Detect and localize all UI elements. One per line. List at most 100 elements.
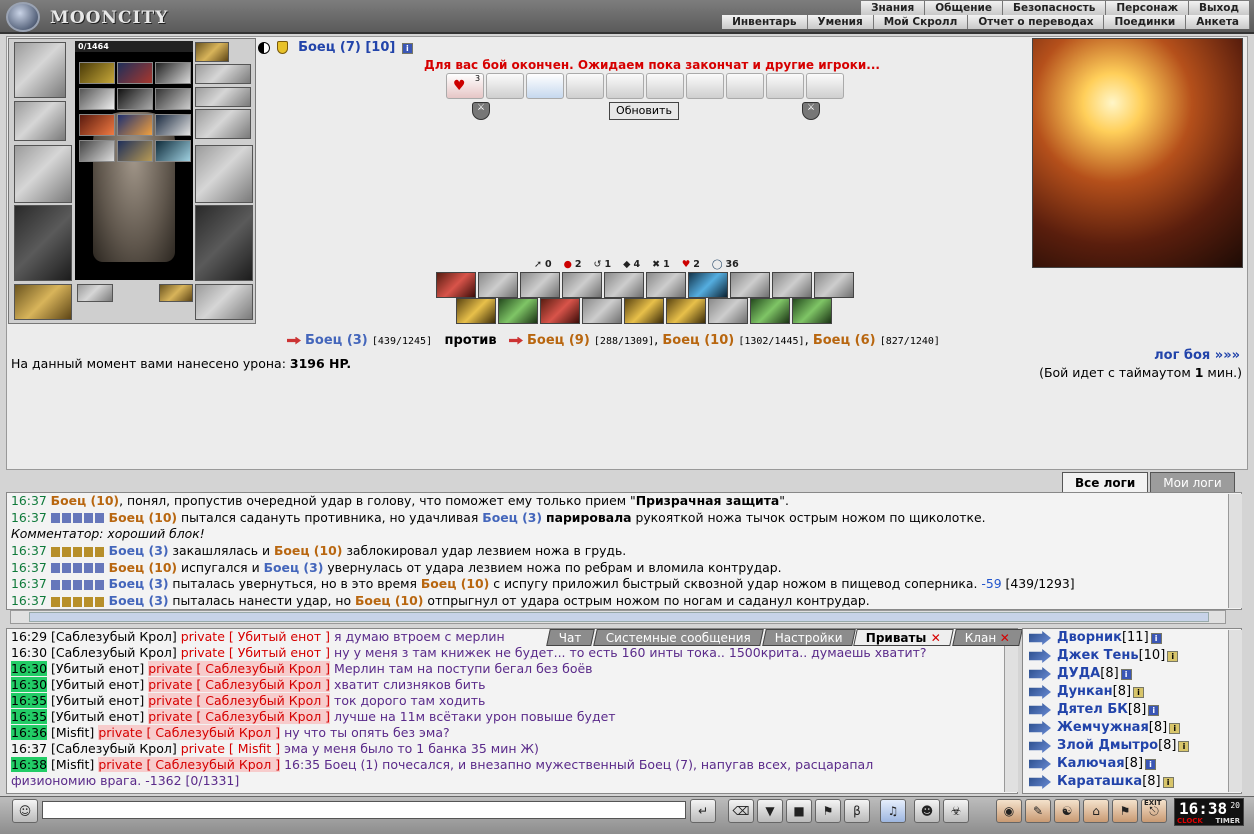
filter-icon[interactable]: ▼ bbox=[757, 799, 783, 823]
online-user[interactable]: ДУДА [8] i bbox=[1023, 665, 1241, 683]
skill-18[interactable] bbox=[750, 298, 790, 324]
bag-item-1[interactable] bbox=[79, 62, 115, 84]
online-user[interactable]: Злой Дмытро [8] i bbox=[1023, 737, 1241, 755]
menu-my-scroll[interactable]: Мой Скролл bbox=[873, 15, 969, 29]
info-icon[interactable]: i bbox=[1167, 650, 1179, 662]
scroll-slot-4[interactable] bbox=[566, 73, 604, 99]
menu-profile[interactable]: Анкета bbox=[1186, 15, 1250, 29]
scroll-slot-6[interactable] bbox=[646, 73, 684, 99]
skill-2[interactable] bbox=[478, 272, 518, 298]
save-icon[interactable]: ■ bbox=[786, 799, 812, 823]
online-user[interactable]: Джек Тень [10] i bbox=[1023, 647, 1241, 665]
skill-14[interactable] bbox=[582, 298, 622, 324]
belt-slot[interactable] bbox=[14, 284, 72, 320]
bag-item-7[interactable] bbox=[79, 114, 115, 136]
house-icon[interactable]: ⌂ bbox=[1083, 799, 1109, 823]
tab-my-logs[interactable]: Мои логи bbox=[1150, 472, 1235, 492]
bag-item-12[interactable] bbox=[155, 140, 191, 162]
tab-all-logs[interactable]: Все логи bbox=[1062, 472, 1149, 492]
scroll-slot-5[interactable] bbox=[606, 73, 644, 99]
skill-9[interactable] bbox=[772, 272, 812, 298]
log-horizontal-scrollbar[interactable] bbox=[10, 610, 1226, 624]
right-fighter-2[interactable]: Боец (10) bbox=[662, 333, 734, 348]
armor-slot[interactable] bbox=[14, 205, 72, 281]
bag-item-10[interactable] bbox=[79, 140, 115, 162]
tab-privates[interactable]: Приваты ✕ bbox=[853, 629, 954, 647]
bag-item-2[interactable] bbox=[117, 62, 153, 84]
scrollbar-thumb[interactable] bbox=[29, 612, 1209, 622]
clear-icon[interactable]: ⌫ bbox=[728, 799, 754, 823]
chat-input[interactable] bbox=[42, 801, 686, 819]
bag-item-6[interactable] bbox=[155, 88, 191, 110]
menu-duels[interactable]: Поединки bbox=[1104, 15, 1187, 29]
menu-character[interactable]: Персонаж bbox=[1106, 1, 1190, 15]
right-fighter-3[interactable]: Боец (6) bbox=[813, 333, 876, 348]
walk-icon[interactable]: ⚑ bbox=[815, 799, 841, 823]
scroll-slot-7[interactable] bbox=[686, 73, 724, 99]
weapon-right-slot[interactable] bbox=[195, 145, 253, 203]
amulet-slot[interactable] bbox=[77, 284, 113, 302]
info-icon[interactable]: i bbox=[1133, 686, 1145, 698]
gloves-right-slot[interactable] bbox=[195, 109, 251, 139]
quest-icon[interactable]: ✎ bbox=[1025, 799, 1051, 823]
menu-communication[interactable]: Общение bbox=[925, 1, 1003, 15]
scroll-heart[interactable]: ♥ 3 bbox=[446, 73, 484, 99]
bag-item-9[interactable] bbox=[155, 114, 191, 136]
translit-icon[interactable]: β bbox=[844, 799, 870, 823]
online-user[interactable]: Дворник [11] i bbox=[1023, 629, 1241, 647]
skill-16[interactable] bbox=[666, 298, 706, 324]
skill-3[interactable] bbox=[520, 272, 560, 298]
private-icon[interactable] bbox=[1029, 667, 1051, 681]
skill-13[interactable] bbox=[540, 298, 580, 324]
skill-19[interactable] bbox=[792, 298, 832, 324]
helmet-slot[interactable] bbox=[14, 42, 66, 98]
online-user[interactable]: Караташка [8] i bbox=[1023, 773, 1241, 791]
clock-label[interactable]: CLOCK bbox=[1177, 817, 1203, 825]
menu-exit[interactable]: Выход bbox=[1189, 1, 1250, 15]
left-fighter[interactable]: Боец (3) bbox=[305, 333, 368, 348]
chat-scrollbar[interactable] bbox=[1004, 630, 1018, 792]
private-icon[interactable] bbox=[1029, 649, 1051, 663]
exit-icon[interactable]: EXIT ⎋ bbox=[1141, 799, 1167, 823]
skill-6[interactable] bbox=[646, 272, 686, 298]
skill-1[interactable] bbox=[436, 272, 476, 298]
online-scrollbar[interactable] bbox=[1228, 630, 1242, 792]
info-icon[interactable]: i bbox=[401, 43, 413, 54]
info-icon[interactable]: i bbox=[1150, 632, 1162, 644]
close-icon[interactable]: ✕ bbox=[931, 630, 941, 647]
bag-item-11[interactable] bbox=[117, 140, 153, 162]
scroll-slot-3[interactable] bbox=[526, 73, 564, 99]
tab-clan[interactable]: Клан ✕ bbox=[952, 629, 1024, 646]
private-icon[interactable] bbox=[1029, 631, 1051, 645]
menu-security[interactable]: Безопасность bbox=[1002, 1, 1107, 15]
legs-slot[interactable] bbox=[195, 205, 253, 281]
scroll-slot-9[interactable] bbox=[766, 73, 804, 99]
skill-10[interactable] bbox=[814, 272, 854, 298]
tab-system-messages[interactable]: Системные сообщения bbox=[592, 629, 764, 646]
info-icon[interactable]: i bbox=[1145, 758, 1157, 770]
menu-transfer-report[interactable]: Отчет о переводах bbox=[968, 15, 1105, 29]
menu-inventory[interactable]: Инвентарь bbox=[722, 15, 808, 29]
private-icon[interactable] bbox=[1029, 685, 1051, 699]
tab-chat[interactable]: Чат bbox=[546, 629, 595, 646]
skill-4[interactable] bbox=[562, 272, 602, 298]
smile-menu-icon[interactable]: ☺ bbox=[12, 799, 38, 823]
skill-15[interactable] bbox=[624, 298, 664, 324]
private-icon[interactable] bbox=[1029, 721, 1051, 735]
skill-5[interactable] bbox=[604, 272, 644, 298]
scroll-slot-10[interactable] bbox=[806, 73, 844, 99]
skill-7[interactable] bbox=[688, 272, 728, 298]
earring-slot[interactable] bbox=[195, 42, 229, 62]
info-icon[interactable]: i bbox=[1178, 740, 1190, 752]
online-user[interactable]: Дункан [8] i bbox=[1023, 683, 1241, 701]
weapon-left-slot[interactable] bbox=[14, 145, 72, 203]
enemy-name[interactable]: Боец (7) bbox=[298, 40, 361, 55]
private-icon[interactable] bbox=[1029, 703, 1051, 717]
helmet-icon[interactable]: ☣ bbox=[943, 799, 969, 823]
send-icon[interactable]: ↵ bbox=[690, 799, 716, 823]
menu-knowledge[interactable]: Знания bbox=[861, 1, 926, 15]
tab-settings[interactable]: Настройки bbox=[761, 629, 856, 646]
bag-icon[interactable]: ◉ bbox=[996, 799, 1022, 823]
skill-17[interactable] bbox=[708, 298, 748, 324]
flag-icon[interactable]: ⚑ bbox=[1112, 799, 1138, 823]
